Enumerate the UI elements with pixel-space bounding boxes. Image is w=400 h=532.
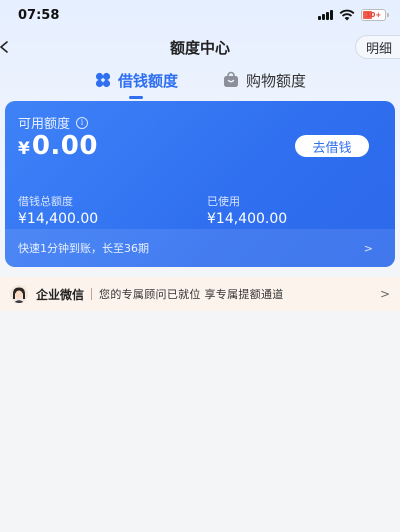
page-title: 额度中心 bbox=[169, 38, 230, 57]
used-quota-value: ¥14,400.00 bbox=[207, 211, 288, 227]
wifi-icon bbox=[339, 9, 355, 21]
currency-symbol: ¥ bbox=[18, 139, 30, 159]
status-bar: 07:58 10+ bbox=[0, 0, 400, 30]
chevron-right-icon: > bbox=[363, 241, 373, 255]
back-arrow-icon[interactable] bbox=[0, 37, 14, 57]
available-amount: ¥ 0.00 bbox=[18, 131, 98, 161]
detail-button[interactable]: 明细 bbox=[354, 35, 400, 59]
promo-text: 快速1分钟到账，长至36期 bbox=[18, 242, 149, 255]
signal-icon bbox=[318, 10, 333, 20]
advisor-avatar bbox=[10, 285, 28, 303]
status-icons: 10+ bbox=[318, 9, 389, 21]
promo-row[interactable]: 快速1分钟到账，长至36期 > bbox=[5, 229, 395, 267]
wecom-advisor-banner[interactable]: 企业微信 您的专属顾问已就位 享专属提额通道 > bbox=[0, 277, 400, 311]
quota-tabs: 借钱额度 购物额度 bbox=[0, 66, 400, 99]
shopping-bag-icon bbox=[224, 71, 238, 87]
clover-icon bbox=[95, 72, 111, 88]
battery-level: 10+ bbox=[365, 11, 382, 19]
available-label-row: 可用额度 i bbox=[18, 113, 89, 132]
used-quota-label: 已使用 bbox=[207, 195, 240, 208]
chevron-right-icon: > bbox=[379, 287, 390, 301]
available-amount-value: 0.00 bbox=[31, 131, 98, 161]
total-quota-value: ¥14,400.00 bbox=[18, 211, 99, 227]
active-tab-indicator bbox=[128, 96, 143, 99]
wecom-name: 企业微信 bbox=[36, 287, 85, 302]
loan-quota-card: 可用额度 i ¥ 0.00 去借钱 借钱总额度 ¥14,400.00 已使用 ¥… bbox=[5, 101, 395, 267]
navigation-bar: 额度中心 明细 bbox=[0, 32, 400, 62]
available-quota-label: 可用额度 bbox=[18, 117, 71, 132]
tab-shopping-quota[interactable]: 购物额度 bbox=[222, 66, 306, 94]
borrow-button[interactable]: 去借钱 bbox=[295, 135, 369, 157]
wecom-message: 您的专属顾问已就位 享专属提额通道 bbox=[99, 288, 284, 301]
used-quota: 已使用 ¥14,400.00 bbox=[207, 193, 287, 227]
tab-shopping-quota-label: 购物额度 bbox=[246, 71, 307, 90]
tab-loan-quota-label: 借钱额度 bbox=[117, 71, 178, 90]
battery-icon: 10+ bbox=[361, 9, 389, 21]
total-quota-label: 借钱总额度 bbox=[18, 195, 73, 208]
tab-loan-quota[interactable]: 借钱额度 bbox=[94, 66, 178, 99]
info-icon[interactable]: i bbox=[76, 116, 89, 129]
status-time: 07:58 bbox=[18, 7, 60, 23]
total-quota: 借钱总额度 ¥14,400.00 bbox=[18, 193, 98, 227]
divider bbox=[91, 288, 93, 300]
